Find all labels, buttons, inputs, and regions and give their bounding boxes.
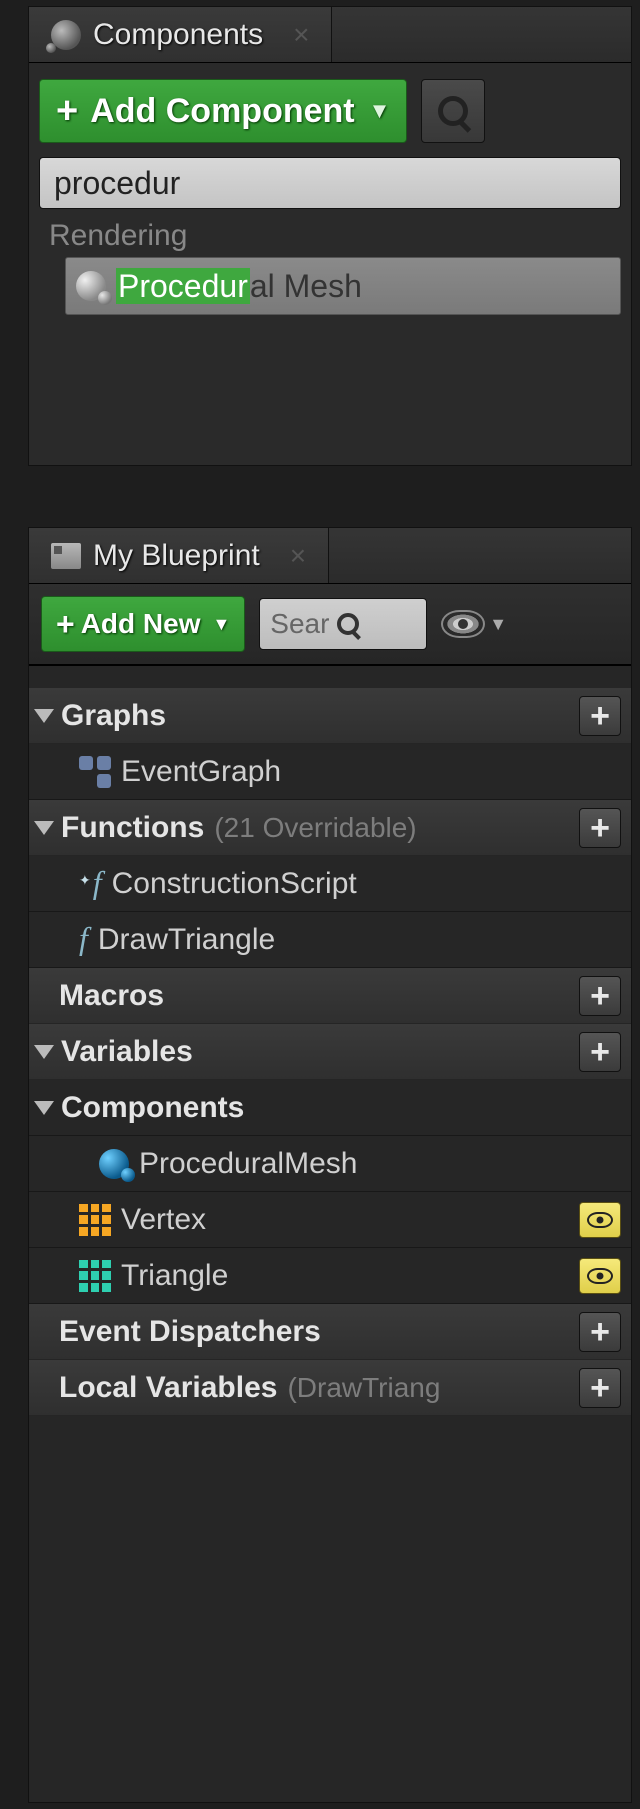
function-icon: f xyxy=(79,868,102,900)
components-tab-icon xyxy=(51,20,81,50)
section-event-dispatchers[interactable]: Event Dispatchers + xyxy=(29,1304,631,1360)
array-icon xyxy=(79,1260,111,1292)
section-graphs-label: Graphs xyxy=(61,699,166,733)
section-local-variables-subtitle: (DrawTriang xyxy=(287,1372,440,1404)
array-icon xyxy=(79,1204,111,1236)
search-icon xyxy=(337,613,359,635)
visibility-toggle[interactable] xyxy=(579,1258,621,1294)
component-search-value: procedur xyxy=(54,165,180,202)
section-functions-label: Functions xyxy=(61,811,204,845)
proceduralmesh-icon xyxy=(99,1149,129,1179)
search-icon xyxy=(438,96,468,126)
variable-label: Vertex xyxy=(121,1203,206,1237)
myblueprint-search-input[interactable]: Sear xyxy=(259,598,427,650)
section-macros-label: Macros xyxy=(59,979,164,1013)
chevron-down-icon: ▼ xyxy=(212,614,230,635)
function-icon: f xyxy=(79,924,88,956)
section-components-label: Components xyxy=(61,1091,244,1125)
myblueprint-tab[interactable]: My Blueprint × xyxy=(29,528,329,583)
section-local-variables[interactable]: Local Variables (DrawTriang + xyxy=(29,1360,631,1416)
search-result-remainder: al Mesh xyxy=(250,268,362,304)
function-item-label: DrawTriangle xyxy=(98,923,275,957)
search-button[interactable] xyxy=(421,79,485,143)
section-event-dispatchers-label: Event Dispatchers xyxy=(59,1315,321,1349)
add-component-label: Add Component xyxy=(90,92,354,131)
add-variable-button[interactable]: + xyxy=(579,1032,621,1072)
add-local-variable-button[interactable]: + xyxy=(579,1368,621,1408)
function-item-constructionscript[interactable]: f ConstructionScript xyxy=(29,856,631,912)
close-icon[interactable]: × xyxy=(290,540,306,572)
plus-icon: + xyxy=(56,90,78,133)
section-local-variables-label: Local Variables xyxy=(59,1371,277,1405)
chevron-down-icon: ▼ xyxy=(369,98,391,124)
add-component-button[interactable]: + Add Component ▼ xyxy=(39,79,407,143)
search-category-label: Rendering xyxy=(39,215,621,257)
expand-icon xyxy=(34,709,54,723)
function-item-drawtriangle[interactable]: f DrawTriangle xyxy=(29,912,631,968)
components-toolbar: + Add Component ▼ xyxy=(39,79,621,143)
expand-icon xyxy=(34,1045,54,1059)
component-search-input[interactable]: procedur xyxy=(39,157,621,209)
eventgraph-icon xyxy=(79,756,111,788)
components-tab-bar: Components × xyxy=(29,7,631,63)
components-tab-title: Components xyxy=(93,18,263,52)
section-macros[interactable]: Macros + xyxy=(29,968,631,1024)
section-variables[interactable]: Variables + xyxy=(29,1024,631,1080)
variable-triangle[interactable]: Triangle xyxy=(29,1248,631,1304)
function-item-label: ConstructionScript xyxy=(112,867,357,901)
variable-vertex[interactable]: Vertex xyxy=(29,1192,631,1248)
expand-icon xyxy=(34,821,54,835)
expand-icon xyxy=(34,1101,54,1115)
section-functions-subtitle: (21 Overridable) xyxy=(214,812,416,844)
add-event-dispatcher-button[interactable]: + xyxy=(579,1312,621,1352)
add-new-button[interactable]: + Add New ▼ xyxy=(41,596,245,652)
graph-item-eventgraph[interactable]: EventGraph xyxy=(29,744,631,800)
add-graph-button[interactable]: + xyxy=(579,696,621,736)
close-icon[interactable]: × xyxy=(293,19,309,51)
plus-icon: + xyxy=(56,606,75,643)
components-panel: Components × + Add Component ▼ procedur … xyxy=(28,6,632,466)
section-components[interactable]: Components xyxy=(29,1080,631,1136)
section-functions[interactable]: Functions (21 Overridable) + xyxy=(29,800,631,856)
eye-icon xyxy=(587,1212,613,1228)
add-function-button[interactable]: + xyxy=(579,808,621,848)
myblueprint-tree: Graphs + EventGraph Functions (21 Overri… xyxy=(29,666,631,1416)
add-new-label: Add New xyxy=(81,608,201,640)
eye-icon xyxy=(587,1268,613,1284)
section-variables-label: Variables xyxy=(61,1035,193,1069)
my-blueprint-panel: My Blueprint × + Add New ▼ Sear ▼ xyxy=(28,527,632,1803)
search-result-highlight: Procedur xyxy=(116,268,250,304)
graph-item-label: EventGraph xyxy=(121,755,281,789)
blueprint-tab-icon xyxy=(51,543,81,569)
visibility-toggle[interactable] xyxy=(579,1202,621,1238)
variable-label: Triangle xyxy=(121,1259,228,1293)
view-options-button[interactable]: ▼ xyxy=(441,610,507,638)
myblueprint-search-placeholder: Sear xyxy=(270,608,329,640)
components-tab[interactable]: Components × xyxy=(29,7,332,62)
variable-proceduralmesh[interactable]: ProceduralMesh xyxy=(29,1136,631,1192)
search-result-text: Procedural Mesh xyxy=(116,268,362,305)
myblueprint-toolbar: + Add New ▼ Sear ▼ xyxy=(29,584,631,666)
myblueprint-tab-title: My Blueprint xyxy=(93,539,260,573)
add-macro-button[interactable]: + xyxy=(579,976,621,1016)
variable-label: ProceduralMesh xyxy=(139,1147,357,1181)
components-panel-body: + Add Component ▼ procedur Rendering Pro… xyxy=(29,63,631,331)
section-graphs[interactable]: Graphs + xyxy=(29,688,631,744)
chevron-down-icon: ▼ xyxy=(489,614,507,635)
mesh-icon xyxy=(76,271,106,301)
search-result-procedural-mesh[interactable]: Procedural Mesh xyxy=(65,257,621,315)
eye-icon xyxy=(441,610,485,638)
myblueprint-tab-bar: My Blueprint × xyxy=(29,528,631,584)
